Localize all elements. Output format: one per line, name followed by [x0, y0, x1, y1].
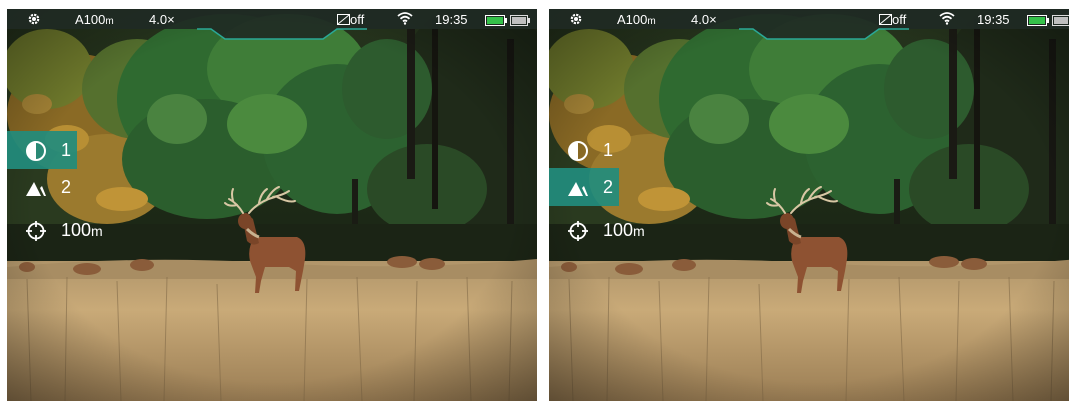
sharpness-number: 2 — [61, 177, 72, 197]
no-recording-icon — [337, 14, 350, 25]
menu-item-contrast[interactable]: 1 — [7, 131, 77, 169]
zeroing-number: 100 — [61, 220, 92, 240]
recording-status-text: off — [892, 12, 907, 27]
menu-item-zeroing[interactable]: 100m — [549, 211, 669, 249]
zeroing-unit: m — [633, 223, 645, 239]
contrast-number: 1 — [61, 140, 72, 160]
zeroing-unit: m — [91, 223, 103, 239]
contrast-value: 1 — [603, 140, 613, 161]
menu-item-zeroing[interactable]: 100m — [7, 211, 127, 249]
zoom-readout: 4.0× — [691, 12, 717, 27]
crosshair-icon — [26, 221, 46, 241]
external-battery-icon — [510, 14, 530, 30]
crosshair-icon — [568, 221, 588, 241]
contrast-icon — [568, 141, 588, 161]
scene-image — [549, 9, 1069, 401]
clock: 19:35 — [977, 12, 1010, 27]
thermal-screen-right: A100m 4.0× off 19:35 1 2 100m — [549, 9, 1069, 401]
menu-item-sharpness[interactable]: 2 — [549, 168, 619, 206]
sharpness-number: 2 — [603, 177, 614, 197]
battery-icon — [485, 14, 507, 30]
gear-icon[interactable] — [569, 12, 583, 30]
menu-item-contrast[interactable]: 1 — [549, 131, 669, 169]
mode-readout: A100m — [617, 12, 656, 30]
contrast-icon — [26, 141, 46, 161]
contrast-number: 1 — [603, 140, 614, 160]
gear-icon[interactable] — [27, 12, 41, 30]
recording-status: off — [337, 12, 364, 28]
mountain-icon — [26, 182, 46, 196]
mode-value: A100 — [617, 12, 648, 27]
status-bar: A100m 4.0× off 19:35 — [7, 9, 537, 31]
zeroing-value: 100m — [603, 220, 645, 241]
mode-unit: m — [647, 16, 656, 27]
no-recording-icon — [879, 14, 892, 25]
status-bar: A100m 4.0× off 19:35 — [549, 9, 1069, 31]
wifi-icon — [397, 11, 413, 29]
clock: 19:35 — [435, 12, 468, 27]
zoom-readout: 4.0× — [149, 12, 175, 27]
sharpness-value: 2 — [61, 177, 71, 198]
mode-unit: m — [105, 16, 114, 27]
zeroing-value: 100m — [61, 220, 103, 241]
recording-status-text: off — [350, 12, 365, 27]
battery-icon — [1027, 14, 1049, 30]
thermal-screen-left: A100m 4.0× off 19:35 1 2 100m — [7, 9, 537, 401]
mountain-icon — [568, 182, 588, 196]
external-battery-icon — [1052, 14, 1069, 30]
contrast-value: 1 — [61, 140, 71, 161]
mode-readout: A100m — [75, 12, 114, 30]
sharpness-value: 2 — [603, 177, 613, 198]
menu-item-sharpness[interactable]: 2 — [7, 168, 127, 206]
zeroing-number: 100 — [603, 220, 634, 240]
wifi-icon — [939, 11, 955, 29]
recording-status: off — [879, 12, 906, 28]
mode-value: A100 — [75, 12, 106, 27]
